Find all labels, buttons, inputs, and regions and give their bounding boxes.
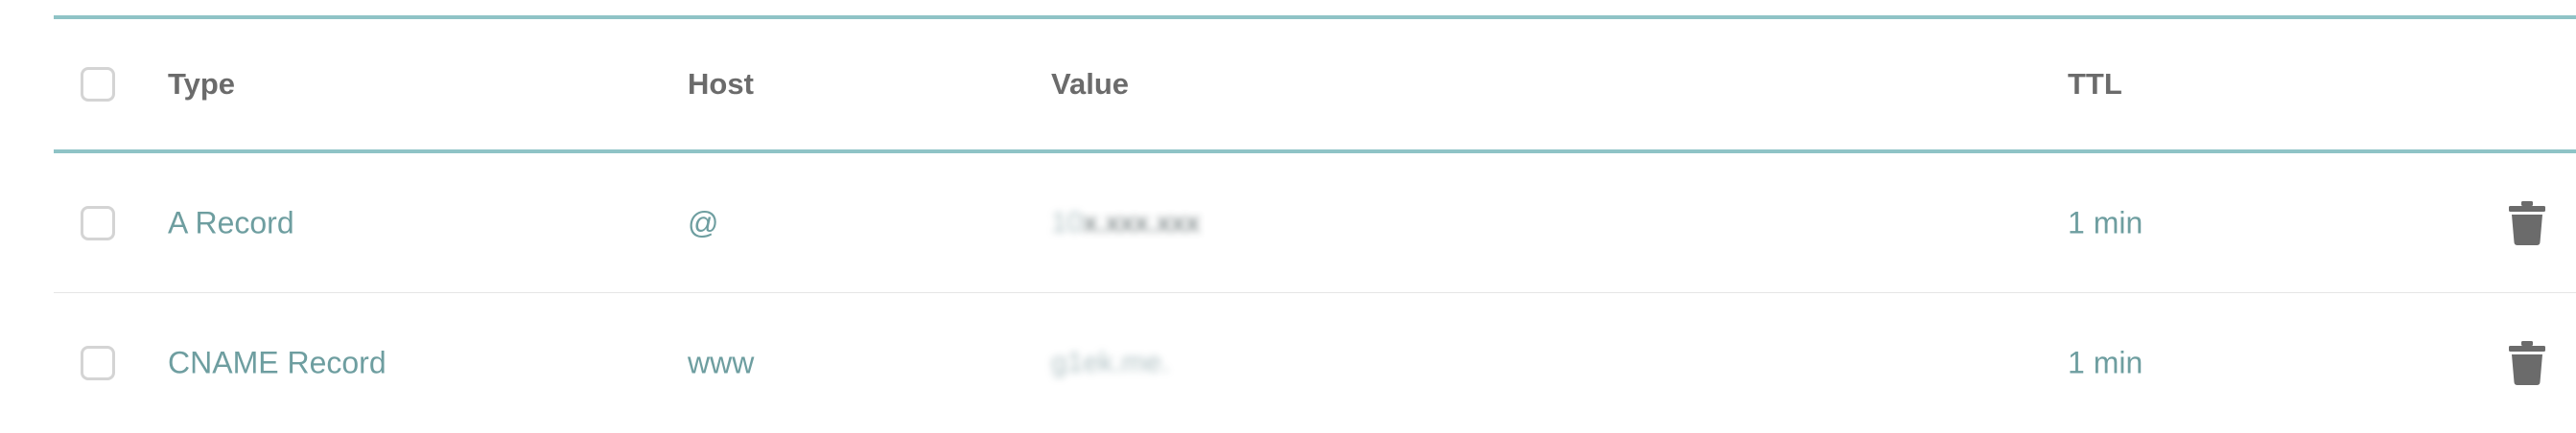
column-header-ttl[interactable]: TTL	[2068, 67, 2122, 102]
record-value-text: g1ek.me.	[1051, 347, 1170, 378]
row-select-checkbox[interactable]	[81, 346, 115, 380]
row-select-checkbox[interactable]	[81, 205, 115, 240]
record-host[interactable]: @	[688, 205, 718, 240]
record-value-part1: 10	[1051, 206, 1084, 239]
record-ttl[interactable]: 1 min	[2068, 205, 2143, 240]
column-header-type[interactable]: Type	[168, 67, 235, 102]
dns-records-table: Type Host Value TTL A Record @ 10x.xxx.x…	[54, 15, 2576, 433]
record-type[interactable]: A Record	[168, 205, 294, 240]
record-host[interactable]: www	[688, 346, 754, 381]
table-row: A Record @ 10x.xxx.xxx 1 min	[54, 153, 2576, 293]
record-ttl[interactable]: 1 min	[2068, 346, 2143, 381]
delete-record-button[interactable]	[2509, 341, 2545, 385]
record-value-part2: x.xxx.xxx	[1083, 206, 1201, 239]
record-value[interactable]: g1ek.me.	[1051, 347, 1169, 379]
trash-icon	[2509, 341, 2545, 385]
table-header: Type Host Value TTL	[54, 15, 2576, 153]
record-value[interactable]: 10x.xxx.xxx	[1051, 207, 1200, 239]
table-row: CNAME Record www g1ek.me. 1 min	[54, 293, 2576, 433]
delete-record-button[interactable]	[2509, 200, 2545, 245]
record-type[interactable]: CNAME Record	[168, 346, 386, 381]
column-header-host[interactable]: Host	[688, 67, 754, 102]
select-all-checkbox[interactable]	[81, 67, 115, 102]
trash-icon	[2509, 200, 2545, 245]
column-header-value[interactable]: Value	[1051, 67, 1129, 102]
